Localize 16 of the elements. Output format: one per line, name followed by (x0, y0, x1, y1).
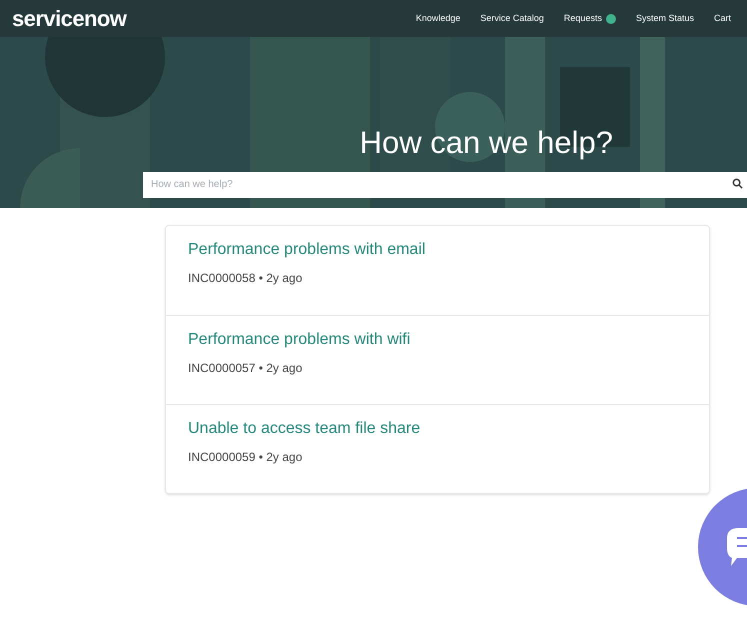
nav-link[interactable]: Requests (564, 12, 602, 26)
nav-link[interactable]: Service Catalog (480, 12, 544, 26)
result-meta: INC0000057 • 2y ago (188, 360, 304, 377)
servicenow-logo[interactable]: servicenow (12, 2, 126, 35)
result-title-link[interactable]: Unable to access team file share (188, 419, 687, 439)
chat-bubble-button[interactable] (697, 488, 747, 606)
nav-link[interactable]: System Status (636, 12, 694, 26)
search-field[interactable]: How can we help? (143, 172, 747, 198)
result-meta: INC0000058 • 2y ago (188, 270, 304, 287)
search-icon[interactable] (732, 178, 743, 189)
result-title-link[interactable]: Performance problems with email (188, 240, 687, 260)
nav-link[interactable]: Knowledge (416, 12, 460, 26)
result-title-link[interactable]: Performance problems with wifi (188, 330, 687, 350)
result-meta: INC0000059 • 2y ago (188, 449, 304, 466)
nav-link[interactable]: Cart (714, 12, 731, 26)
hero-title: How can we help? (360, 125, 613, 161)
